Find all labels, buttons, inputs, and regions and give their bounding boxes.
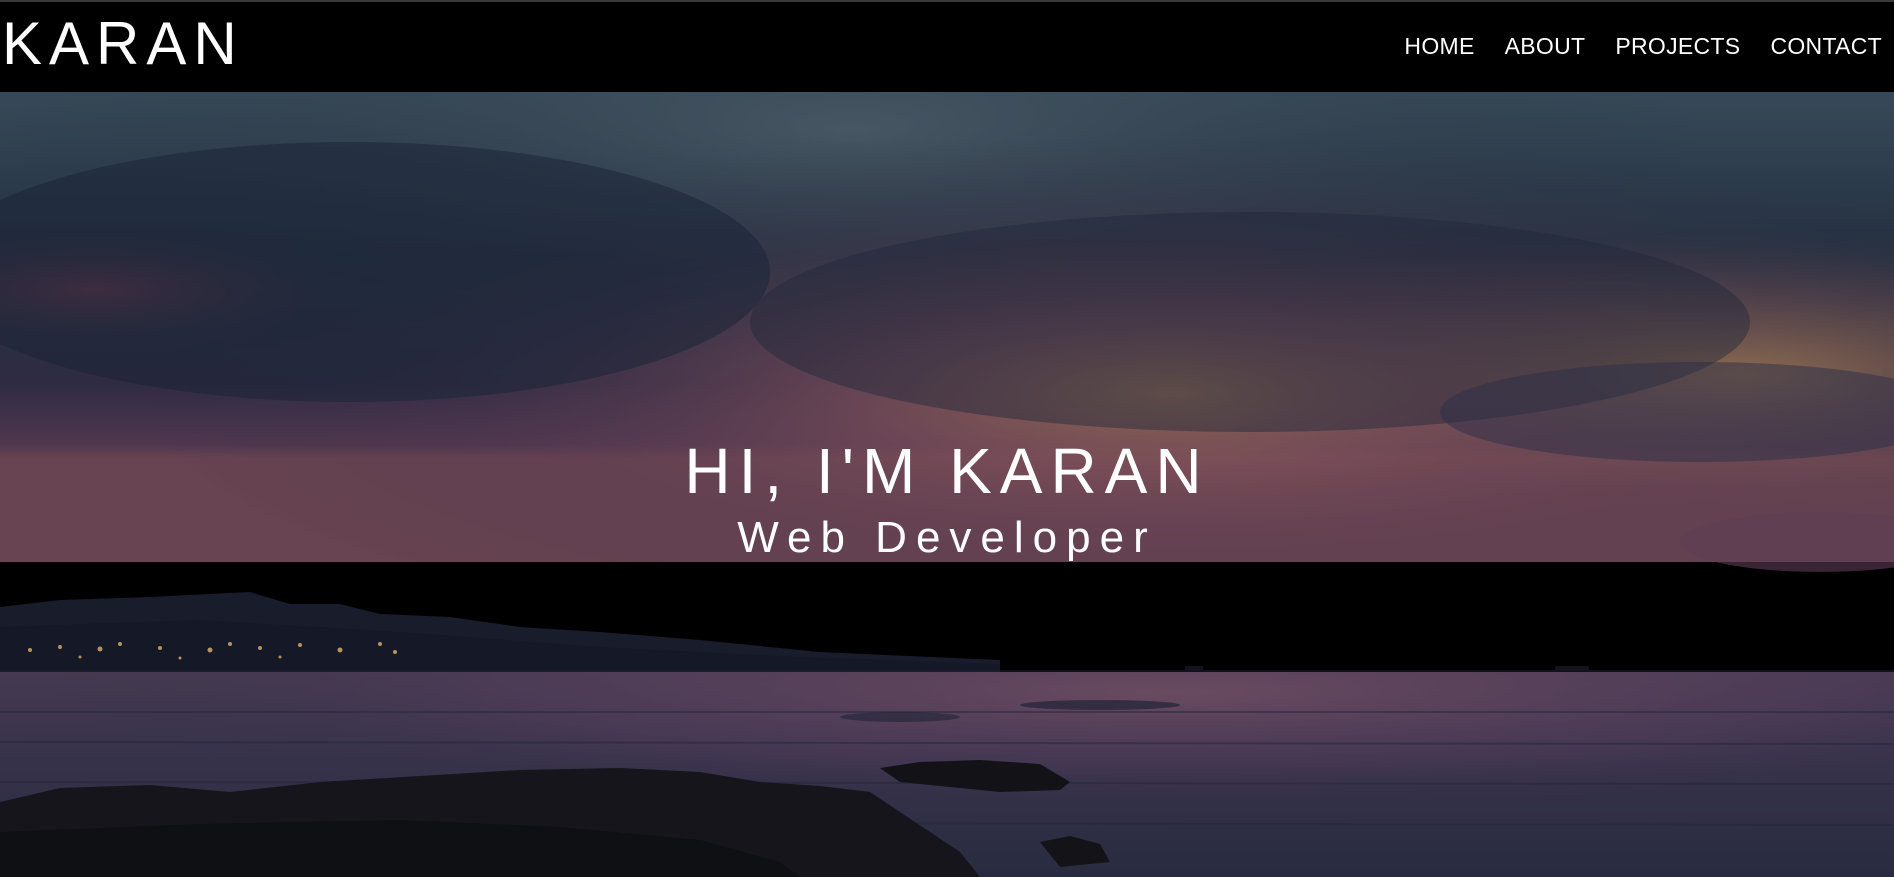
- navbar: KARAN HOME ABOUT PROJECTS CONTACT: [0, 0, 1894, 92]
- brand-logo[interactable]: KARAN: [2, 14, 244, 74]
- hero-title: HI, I'M KARAN: [684, 435, 1210, 507]
- nav-link-home[interactable]: HOME: [1404, 33, 1474, 59]
- hero-section: HI, I'M KARAN Web Developer: [0, 92, 1894, 877]
- hero-subtitle: Web Developer: [737, 513, 1157, 562]
- nav-links: HOME ABOUT PROJECTS CONTACT: [1404, 35, 1882, 59]
- nav-item-about: ABOUT: [1505, 35, 1586, 59]
- nav-item-projects: PROJECTS: [1615, 35, 1740, 59]
- nav-item-home: HOME: [1404, 35, 1474, 59]
- landing-page: KARAN HOME ABOUT PROJECTS CONTACT HI, I'…: [0, 0, 1894, 877]
- nav-link-about[interactable]: ABOUT: [1505, 33, 1586, 59]
- nav-link-projects[interactable]: PROJECTS: [1615, 33, 1740, 59]
- nav-item-contact: CONTACT: [1770, 35, 1882, 59]
- nav-link-contact[interactable]: CONTACT: [1770, 33, 1882, 59]
